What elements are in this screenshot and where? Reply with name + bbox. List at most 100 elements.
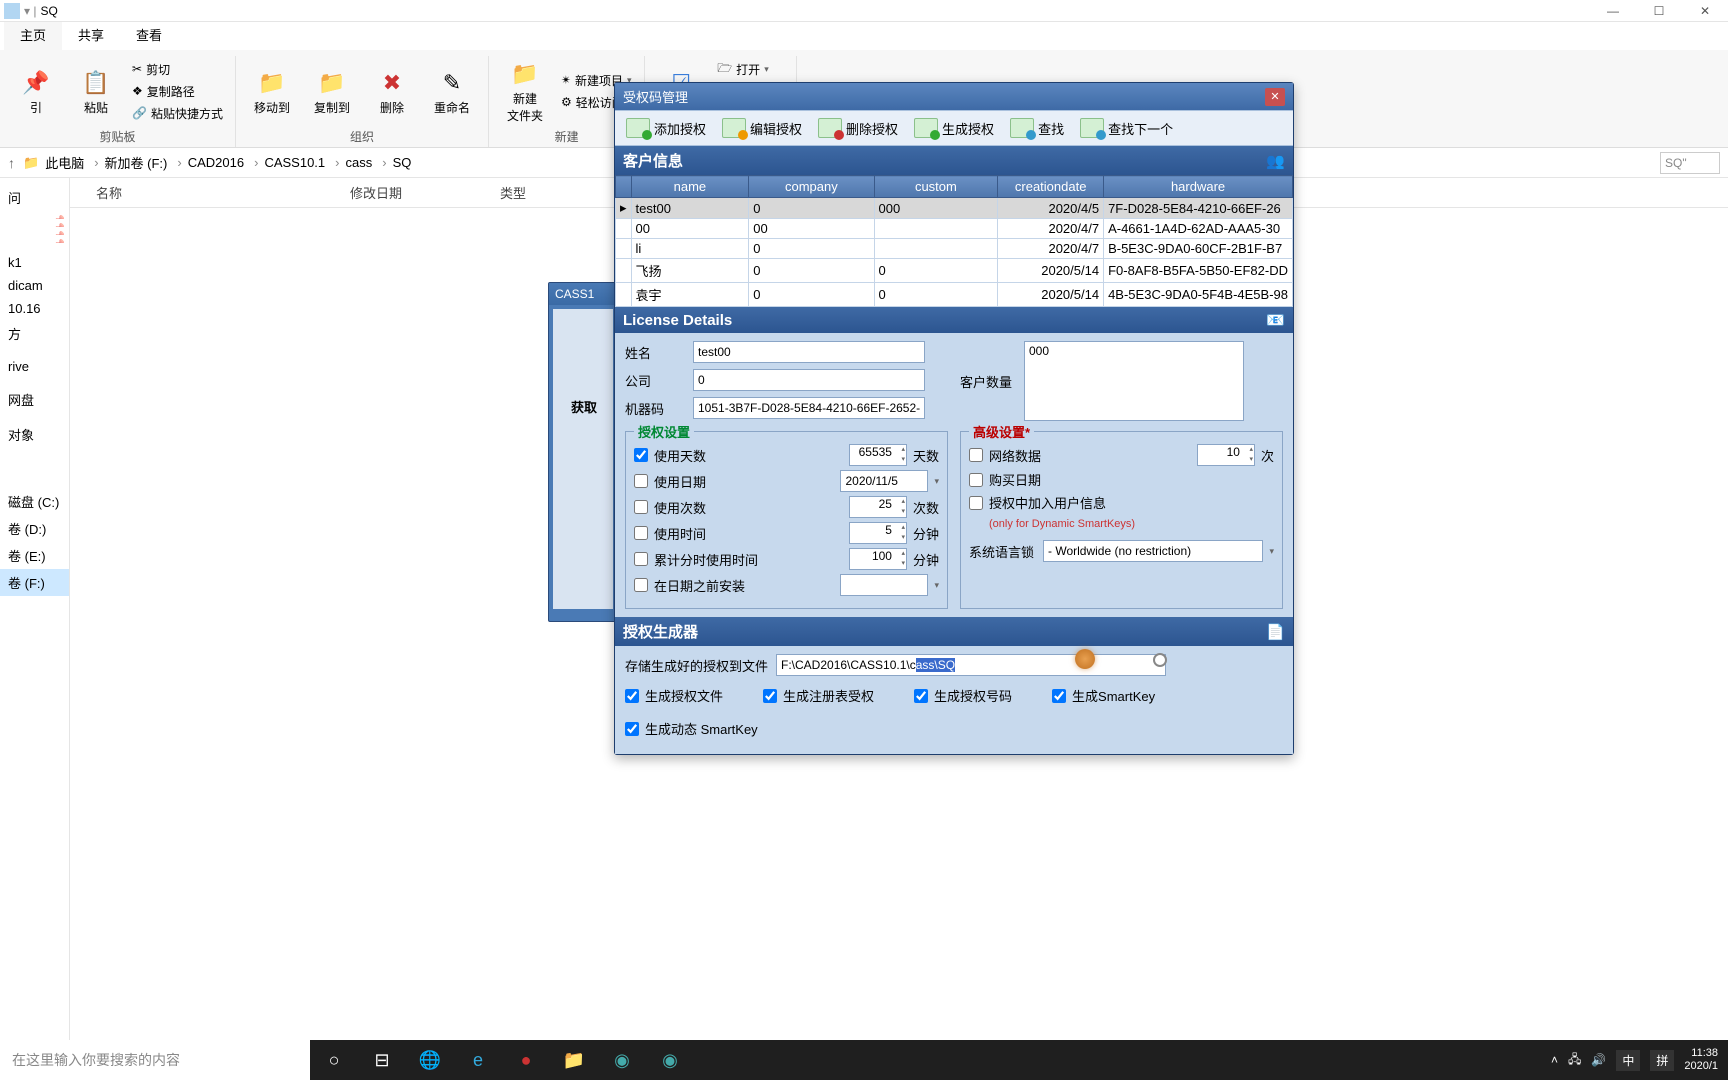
nav-item[interactable] — [0, 219, 69, 227]
chk-cumulative[interactable] — [634, 552, 648, 566]
table-row[interactable]: 袁宇002020/5/144B-5E3C-9DA0-5F4B-4E5B-98 — [616, 283, 1293, 307]
copy-path-button[interactable]: ❖ 复制路径 — [128, 80, 227, 102]
nav-item[interactable]: 网盘 — [0, 386, 69, 413]
tray-net-icon[interactable]: 🖧 — [1568, 1050, 1581, 1071]
chk-days[interactable] — [634, 448, 648, 462]
toolbar-find[interactable]: 查找 — [1005, 115, 1069, 141]
moveto-button[interactable]: 📁移动到 — [244, 56, 300, 126]
input-before[interactable] — [840, 574, 928, 596]
spin-netdata[interactable]: 10 — [1197, 444, 1255, 466]
input-savepath[interactable]: F:\CAD2016\CASS10.1\cass\SQ — [776, 654, 1166, 676]
toolbar-delete[interactable]: 删除授权 — [813, 115, 903, 141]
crumb-1[interactable]: 新加卷 (F:) — [105, 153, 188, 172]
search-field[interactable]: SQ" — [1660, 152, 1720, 174]
tab-share[interactable]: 共享 — [62, 19, 120, 50]
crumb-4[interactable]: cass — [345, 155, 392, 170]
chk-gen-code[interactable] — [914, 689, 928, 703]
up-button[interactable]: ↑ — [8, 155, 15, 171]
app-icon-2[interactable]: ◉ — [646, 1040, 694, 1080]
table-row[interactable]: li02020/4/7B-5E3C-9DA0-60CF-2B1F-B7 — [616, 239, 1293, 259]
chrome-icon[interactable]: 🌐 — [406, 1040, 454, 1080]
paste-button[interactable]: 📋粘贴 — [68, 56, 124, 126]
input-company[interactable] — [693, 369, 925, 391]
crumb-5[interactable]: SQ — [393, 155, 412, 170]
rename-button[interactable]: ✎重命名 — [424, 56, 480, 126]
nav-item[interactable]: 卷 (E:) — [0, 542, 69, 569]
input-custom[interactable]: 000 — [1024, 341, 1244, 421]
cut-button[interactable]: ✂ 剪切 — [128, 58, 227, 80]
chk-duration[interactable] — [634, 526, 648, 540]
spin-days[interactable]: 65535 — [849, 444, 907, 466]
table-row[interactable]: ▸test0000002020/4/57F-D028-5E84-4210-66E… — [616, 198, 1293, 219]
spin-times[interactable]: 25 — [849, 496, 907, 518]
ime-mode[interactable]: 拼 — [1650, 1050, 1674, 1071]
close-button[interactable]: ✕ — [1682, 0, 1728, 22]
dialog-close-button[interactable]: ✕ — [1265, 88, 1285, 106]
nav-item[interactable]: rive — [0, 355, 69, 378]
chk-gen-file[interactable] — [625, 689, 639, 703]
nav-item[interactable]: 方 — [0, 320, 69, 347]
nav-item[interactable]: 卷 (D:) — [0, 515, 69, 542]
taskbar-clock[interactable]: 11:382020/1 — [1684, 1047, 1718, 1073]
spin-cumulative[interactable]: 100 — [849, 548, 907, 570]
crumb-3[interactable]: CASS10.1 — [264, 155, 345, 170]
customer-table[interactable]: name company custom creationdate hardwar… — [615, 175, 1293, 307]
tray-up-icon[interactable]: ˄ — [1551, 1053, 1558, 1067]
tab-home[interactable]: 主页 — [4, 19, 62, 50]
record-icon[interactable]: ● — [502, 1040, 550, 1080]
input-machine[interactable] — [693, 397, 925, 419]
nav-item[interactable]: 对象 — [0, 421, 69, 448]
chk-before[interactable] — [634, 578, 648, 592]
nav-quick[interactable]: 问 — [0, 184, 69, 211]
taskview-icon[interactable]: ⊟ — [358, 1040, 406, 1080]
nav-item-selected[interactable]: 卷 (F:) — [0, 569, 69, 596]
col-creationdate[interactable]: creationdate — [998, 176, 1104, 198]
col-hardware[interactable]: hardware — [1104, 176, 1293, 198]
col-date[interactable]: 修改日期 — [350, 183, 500, 202]
nav-item[interactable]: dicam — [0, 274, 69, 297]
input-date[interactable] — [840, 470, 928, 492]
chk-gen-dsk[interactable] — [625, 722, 639, 736]
nav-item[interactable] — [0, 227, 69, 235]
chk-date[interactable] — [634, 474, 648, 488]
edge-icon[interactable]: e — [454, 1040, 502, 1080]
taskbar-search[interactable]: 在这里输入你要搜索的内容 — [0, 1040, 310, 1080]
chk-buydate[interactable] — [969, 473, 983, 487]
delete-button[interactable]: ✖删除 — [364, 56, 420, 126]
col-name[interactable]: name — [631, 176, 749, 198]
chk-netdata[interactable] — [969, 448, 983, 462]
col-name[interactable]: 名称 — [70, 183, 350, 202]
col-custom[interactable]: custom — [874, 176, 998, 198]
nav-item[interactable]: 10.16 — [0, 297, 69, 320]
crumb-0[interactable]: 此电脑 — [45, 153, 104, 172]
toolbar-add[interactable]: 添加授权 — [621, 115, 711, 141]
tab-view[interactable]: 查看 — [120, 19, 178, 50]
chk-gen-reg[interactable] — [763, 689, 777, 703]
nav-item[interactable]: 磁盘 (C:) — [0, 488, 69, 515]
nav-item[interactable] — [0, 235, 69, 243]
table-row[interactable]: 飞扬002020/5/14F0-8AF8-B5FA-5B50-EF82-DD — [616, 259, 1293, 283]
nav-item[interactable]: k1 — [0, 251, 69, 274]
toolbar-findnext[interactable]: 查找下一个 — [1075, 115, 1178, 141]
app-icon-1[interactable]: ◉ — [598, 1040, 646, 1080]
paste-shortcut-button[interactable]: 🔗 粘贴快捷方式 — [128, 102, 227, 124]
toolbar-generate[interactable]: 生成授权 — [909, 115, 999, 141]
maximize-button[interactable]: ☐ — [1636, 0, 1682, 22]
table-row[interactable]: 00002020/4/7A-4661-1A4D-62AD-AAA5-30 — [616, 219, 1293, 239]
newfolder-button[interactable]: 📁新建 文件夹 — [497, 56, 553, 126]
open-button[interactable]: 🗁 打开 ▾ — [713, 58, 788, 80]
tray-vol-icon[interactable]: 🔊 — [1591, 1053, 1606, 1067]
cortana-icon[interactable]: ○ — [310, 1040, 358, 1080]
crumb-2[interactable]: CAD2016 — [188, 155, 265, 170]
col-type[interactable]: 类型 — [500, 183, 600, 202]
chk-gen-sk[interactable] — [1052, 689, 1066, 703]
toolbar-edit[interactable]: 编辑授权 — [717, 115, 807, 141]
copyto-button[interactable]: 📁复制到 — [304, 56, 360, 126]
chk-times[interactable] — [634, 500, 648, 514]
chk-userinfo[interactable] — [969, 496, 983, 510]
pin-button[interactable]: 📌引 — [8, 56, 64, 126]
ime-lang[interactable]: 中 — [1616, 1050, 1640, 1071]
nav-item[interactable] — [0, 211, 69, 219]
minimize-button[interactable]: — — [1590, 0, 1636, 22]
input-langlock[interactable] — [1043, 540, 1263, 562]
